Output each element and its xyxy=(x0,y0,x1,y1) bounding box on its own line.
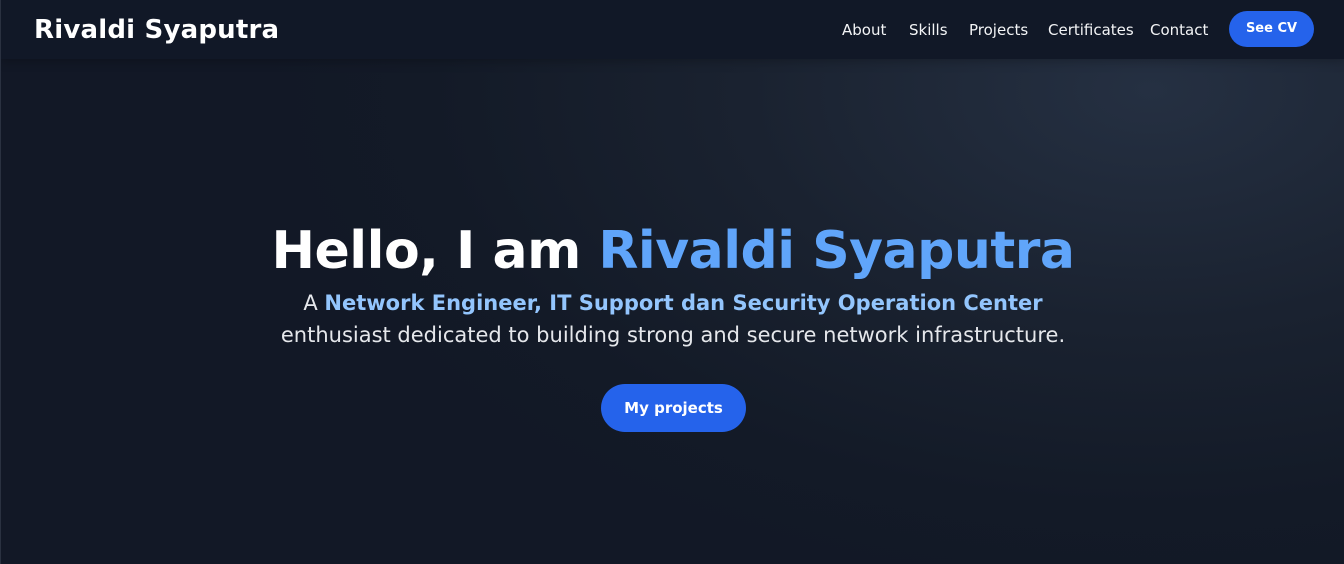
hero-intro-prefix: A xyxy=(303,291,318,315)
nav-link-contact[interactable]: Contact xyxy=(1150,19,1208,41)
hero-roles: Network Engineer, IT Support dan Securit… xyxy=(324,291,1043,315)
page: Rivaldi Syaputra About Skills Projects C… xyxy=(0,0,1344,564)
hero-roles-line: A Network Engineer, IT Support dan Secur… xyxy=(1,287,1344,319)
navbar: Rivaldi Syaputra About Skills Projects C… xyxy=(1,0,1344,59)
nav-link-projects[interactable]: Projects xyxy=(969,19,1028,41)
nav-link-about[interactable]: About xyxy=(842,19,886,41)
nav-links: About Skills Projects Certificates Conta… xyxy=(1,19,1344,41)
hero-name: Rivaldi Syaputra xyxy=(598,221,1075,281)
hero-greeting: Hello, I am xyxy=(271,221,582,281)
see-cv-button[interactable]: See CV xyxy=(1229,11,1314,47)
nav-link-skills[interactable]: Skills xyxy=(909,19,948,41)
hero-description: enthusiast dedicated to building strong … xyxy=(280,323,1066,347)
hero-title: Hello, I am Rivaldi Syaputra xyxy=(1,215,1344,287)
my-projects-button[interactable]: My projects xyxy=(601,384,746,432)
hero-section: Hello, I am Rivaldi Syaputra A Network E… xyxy=(1,215,1344,351)
nav-link-certificates[interactable]: Certificates xyxy=(1048,19,1134,41)
